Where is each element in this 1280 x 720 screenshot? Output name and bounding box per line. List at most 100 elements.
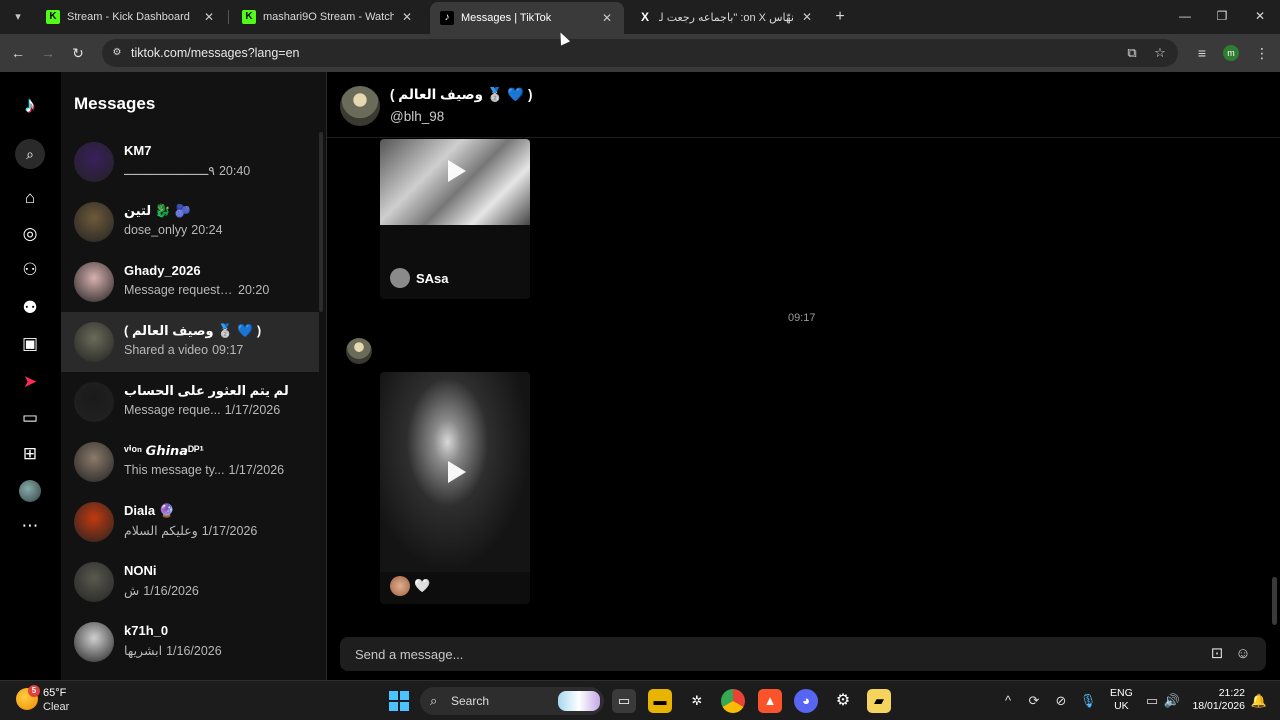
live-tv-icon[interactable]: ▣ <box>18 332 42 356</box>
reading-list-icon[interactable]: ≡ <box>1192 43 1212 63</box>
conversation-time: 20:20 <box>238 283 270 297</box>
conversation-avatar <box>74 562 114 602</box>
bookmark-star-icon[interactable]: ☆ <box>1152 45 1168 61</box>
notifications-icon[interactable]: 🔔 <box>1250 691 1268 711</box>
tab-tiktok-messages[interactable]: ♪ Messages | TikTok ✕ <box>430 2 624 34</box>
chat-contact-name[interactable]: ( وصيف العالم 🥈 💙 ) <box>390 87 532 103</box>
network-icon[interactable]: ▭ <box>1143 691 1161 711</box>
home-icon[interactable]: ⌂ <box>18 186 42 210</box>
chat-scrollbar[interactable] <box>1272 577 1277 625</box>
reload-icon[interactable]: ↻ <box>68 43 88 63</box>
windows-start-icon[interactable] <box>389 691 409 711</box>
conversation-time: 20:24 <box>191 223 223 237</box>
conversation-list: Messages KM7 ٩ـــــــــــــــــــــــ 20:4… <box>61 72 327 680</box>
restore-icon[interactable]: ❐ <box>1212 6 1232 26</box>
language-indicator[interactable]: ENG UK <box>1110 687 1133 713</box>
profile-avatar[interactable]: m <box>1223 45 1239 61</box>
close-window-icon[interactable]: ✕ <box>1250 6 1270 26</box>
url-text[interactable]: tiktok.com/messages?lang=en <box>131 46 300 60</box>
discord-icon[interactable]: ◕ <box>794 689 818 713</box>
task-view-icon[interactable]: ▭ <box>612 689 636 713</box>
sender-avatar[interactable] <box>346 338 372 364</box>
conversation-time: 1/16/2026 <box>166 644 222 658</box>
search-icon[interactable]: ⌕ <box>15 139 45 169</box>
chat-contact-handle[interactable]: @blh_98 <box>390 109 444 124</box>
steam-icon[interactable]: ⚙ <box>831 689 855 713</box>
conversation-preview-text: This message ty... <box>124 463 225 477</box>
close-tab-icon[interactable]: ✕ <box>202 10 216 24</box>
chat-avatar[interactable] <box>340 86 380 126</box>
emoji-icon[interactable]: ☺ <box>1234 645 1252 663</box>
menu-kebab-icon[interactable]: ⋮ <box>1252 43 1272 63</box>
upload-plus-icon[interactable]: ⊞ <box>18 442 42 466</box>
conversation-time: 20:40 <box>218 164 251 178</box>
message-input[interactable] <box>355 637 1195 671</box>
no-network-icon[interactable]: ⊘ <box>1052 691 1070 711</box>
conversation-preview: Shared a video 09:17 <box>124 343 314 357</box>
inbox-send-icon[interactable]: ➤ <box>18 370 42 394</box>
weather-condition[interactable]: Clear <box>43 701 69 713</box>
minimize-icon[interactable]: — <box>1175 6 1195 26</box>
tray-overflow-chevron-icon[interactable]: ^ <box>999 691 1017 711</box>
app-icon[interactable]: ▰ <box>867 689 891 713</box>
conversation-preview: ش 1/16/2026 <box>124 583 314 598</box>
conversation-avatar <box>74 202 114 242</box>
conversation-list-scrollbar[interactable] <box>319 132 323 312</box>
conversation-item[interactable]: لتين 🐉 🫐 dose_onlyy 20:24 <box>61 192 319 252</box>
tiktok-logo-icon[interactable]: ♪ <box>17 92 43 118</box>
video-reactions: 🤍 <box>390 576 430 596</box>
app-icon[interactable]: ✲ <box>685 689 709 713</box>
following-icon[interactable]: ⚇ <box>18 258 42 282</box>
forward-arrow-icon[interactable]: → <box>38 43 58 63</box>
weather-temperature[interactable]: 65°F <box>43 687 66 699</box>
chrome-icon[interactable] <box>721 689 745 713</box>
messages-icon[interactable]: ▭ <box>18 406 42 430</box>
tab-mashari-stream[interactable]: K mashari9O Stream - Watch Live ✕ <box>232 4 424 30</box>
taskbar-search[interactable]: ⌕ Search <box>420 687 604 715</box>
install-app-icon[interactable]: ⧉ <box>1124 45 1140 61</box>
back-arrow-icon[interactable]: ← <box>8 43 28 63</box>
chat-header: ( وصيف العالم 🥈 💙 ) @blh_98 <box>327 72 1280 138</box>
explore-compass-icon[interactable]: ◎ <box>18 222 42 246</box>
conversation-preview: This message ty... 1/17/2026 <box>124 463 314 477</box>
new-tab-button[interactable]: + <box>830 7 850 27</box>
shared-video-card[interactable]: SAsa <box>380 139 530 299</box>
reaction-avatar <box>390 576 410 596</box>
address-bar[interactable]: ⚙ tiktok.com/messages?lang=en ⧉ ☆ <box>102 39 1178 67</box>
play-icon[interactable] <box>448 461 466 483</box>
volume-icon[interactable]: 🔊 <box>1163 691 1181 711</box>
conversation-item[interactable]: ᵛⁱᵒⁿ 𝙂𝙝𝙞𝙣𝙖ᴰᴾ¹ This message ty... 1/17/2026 <box>61 432 319 492</box>
heart-reaction-icon: 🤍 <box>414 578 431 593</box>
microphone-icon[interactable]: 🎙 <box>1079 691 1097 711</box>
brave-icon[interactable]: ▲ <box>758 689 782 713</box>
friends-icon[interactable]: ⚉ <box>18 296 42 320</box>
keyboard-layout: UK <box>1114 700 1129 712</box>
system-clock[interactable]: 21:22 18/01/2026 <box>1190 687 1245 713</box>
conversation-name: لتين 🐉 🫐 <box>124 203 191 218</box>
sync-icon[interactable]: ⟳ <box>1025 691 1043 711</box>
file-explorer-icon[interactable]: ▬ <box>648 689 672 713</box>
tab-search-chevron-icon[interactable]: ▾ <box>8 7 28 27</box>
conversation-item[interactable]: لم يتم العثور على الحساب Message reque...… <box>61 372 319 432</box>
image-attach-icon[interactable]: ⊡ <box>1208 645 1226 663</box>
close-tab-icon[interactable]: ✕ <box>800 10 814 24</box>
conversation-item[interactable]: ( وصيف العالم 🥈 💙 ) Shared a video 09:17 <box>61 312 319 372</box>
shared-video-card[interactable]: 🤍 <box>380 372 530 604</box>
tab-x-post[interactable]: X نهّاس on X: "باجماعه رجعت للحسا ✕ <box>628 4 824 30</box>
site-info-icon[interactable]: ⚙ <box>110 46 124 60</box>
clock-date: 18/01/2026 <box>1192 700 1245 712</box>
tab-kick-dashboard[interactable]: K Stream - Kick Dashboard ✕ <box>36 4 226 30</box>
conversation-item[interactable]: k71h_0 ابشريها 1/16/2026 <box>61 612 319 672</box>
close-tab-icon[interactable]: ✕ <box>600 11 614 25</box>
conversation-item[interactable]: Ghady_2026 Message request a... 20:20 <box>61 252 319 312</box>
conversation-item[interactable]: Diala 🔮 وعليكم السلام 1/17/2026 <box>61 492 319 552</box>
video-thumbnail <box>380 139 530 225</box>
play-icon[interactable] <box>448 160 466 182</box>
more-dots-icon[interactable]: ⋯ <box>18 514 42 538</box>
close-tab-icon[interactable]: ✕ <box>400 10 414 24</box>
conversation-preview-text: dose_onlyy <box>124 223 188 237</box>
profile-avatar[interactable] <box>19 480 41 502</box>
conversation-item[interactable]: KM7 ٩ـــــــــــــــــــــــ 20:40 <box>61 132 319 192</box>
conversation-preview-text: Shared a video <box>124 343 209 357</box>
conversation-item[interactable]: NONi ش 1/16/2026 <box>61 552 319 612</box>
